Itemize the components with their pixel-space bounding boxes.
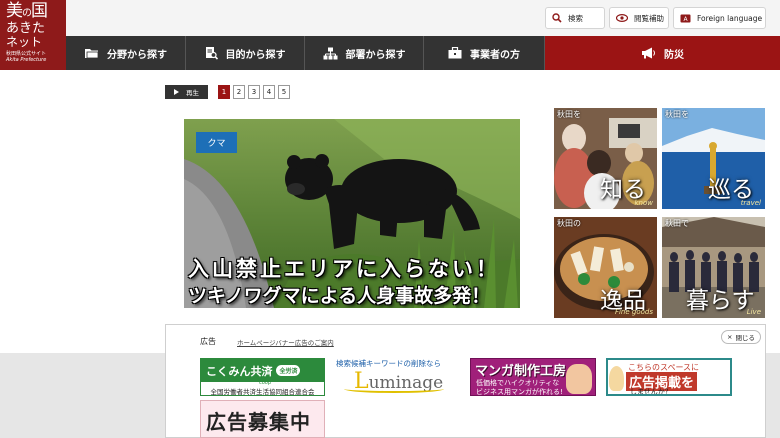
tile-label: 秋田で [665, 219, 689, 228]
org-chart-icon [323, 47, 338, 60]
slider-page-2[interactable]: 2 [233, 85, 245, 99]
banner-line3: しませんか？ [630, 388, 672, 396]
tile-travel[interactable]: 秋田を 巡る travel [662, 108, 765, 209]
logo-english: Akita Prefecture [6, 57, 47, 63]
nav-item-purpose[interactable]: 目的から探す [186, 36, 305, 70]
nav-label: 部署から探す [345, 49, 406, 61]
megaphone-icon [641, 47, 656, 59]
logo-line2: あきた [6, 21, 46, 36]
nav-item-disaster[interactable]: 防災 [545, 36, 780, 70]
slide-headline-2: ツキノワグマによる人身事故多発！ [188, 285, 491, 307]
search-document-icon [205, 46, 218, 60]
ad-banner-kokumin[interactable]: こくみん共済 全労済 coop 全国労働者共済生活協同組合連合会 [200, 358, 325, 396]
nav-label: 防災 [664, 49, 684, 61]
main-slide-banner[interactable]: クマ 入山禁止エリアに入らない！ ツキノワグマによる人身事故多発！ [184, 119, 520, 308]
banner-swoosh [344, 385, 444, 393]
tile-label: 秋田を [665, 110, 689, 119]
search-label: 検索 [568, 13, 583, 23]
folder-icon [84, 47, 99, 59]
slider-page-5[interactable]: 5 [278, 85, 290, 99]
foreign-language-button[interactable]: A Foreign language [673, 7, 766, 29]
banner-subtitle: 全国労働者共済生活協同組合連合会 [210, 388, 315, 396]
play-icon [174, 89, 179, 95]
banner-caption: 検索候補キーワードの削除なら [336, 359, 441, 368]
ad-info-link[interactable]: ホームページバナー広告のご案内 [237, 337, 334, 347]
search-icon [552, 13, 562, 23]
ad-title: 広告 [200, 337, 216, 346]
mascot-image [609, 366, 624, 391]
tile-title: 暮らす [686, 288, 755, 314]
ad-banner-recruiting[interactable]: 広告募集中 [200, 400, 325, 438]
ad-close-button[interactable]: × 閉じる [721, 330, 761, 344]
tile-live[interactable]: 秋田で 暮らす Live [662, 217, 765, 318]
foreign-language-label: Foreign language [697, 13, 763, 23]
tile-label: 秋田の [557, 219, 581, 228]
tile-subtitle: Fine goods [614, 308, 653, 316]
tile-goods[interactable]: 秋田の 逸品 Fine goods [554, 217, 657, 318]
tile-know[interactable]: 秋田を 知る know [554, 108, 657, 209]
tile-label: 秋田を [557, 110, 581, 119]
briefcase-icon [448, 47, 462, 59]
eye-icon [616, 14, 628, 22]
nav-label: 目的から探す [225, 49, 286, 61]
category-tag: クマ [196, 132, 237, 153]
slider-page-1[interactable]: 1 [218, 85, 230, 99]
play-label: 再生 [186, 89, 199, 97]
slide-headline-1: 入山禁止エリアに入らない！ [188, 257, 500, 281]
close-label: 閉じる [735, 334, 755, 342]
tile-subtitle: know [634, 199, 654, 207]
nav-item-field[interactable]: 分野から探す [66, 36, 186, 70]
slider-page-4[interactable]: 4 [263, 85, 275, 99]
main-nav: 分野から探す 目的から探す 部署から探す 事業者の方 防災 [66, 36, 780, 70]
banner-title: 広告募集中 [206, 410, 311, 434]
logo-line1: 美の国 [6, 1, 48, 21]
site-logo[interactable]: 美の国 あきた ネット 秋田県公式サイト Akita Prefecture [0, 0, 66, 70]
ad-banner-manga[interactable]: マンガ制作工房 低価格でハイクオリティな ビジネス用マンガが作れる! [470, 358, 596, 396]
ad-banner-advertise-here[interactable]: こちらのスペースに 広告掲載を しませんか？ [606, 358, 732, 396]
nav-label: 分野から探す [107, 49, 167, 61]
reading-aid-label: 閲覧補助 [634, 13, 664, 23]
reading-aid-button[interactable]: 閲覧補助 [609, 7, 669, 29]
slider-play-button[interactable]: 再生 [165, 85, 208, 99]
banner-line2: ビジネス用マンガが作れる! [476, 388, 563, 396]
nav-item-department[interactable]: 部署から探す [305, 36, 424, 70]
banner-pill: 全労済 [276, 365, 301, 376]
tile-subtitle: travel [740, 199, 761, 207]
ad-banner-luminage[interactable]: 検索候補キーワードの削除なら Luminage [334, 358, 460, 396]
search-button[interactable]: 検索 [545, 7, 605, 29]
logo-line3: ネット [6, 35, 43, 49]
nav-item-business[interactable]: 事業者の方 [424, 36, 545, 70]
banner-title: マンガ制作工房 [475, 364, 567, 379]
language-icon: A [680, 14, 691, 23]
manga-character-image [566, 364, 592, 394]
banner-title: こくみん共済 全労済 [201, 359, 324, 382]
slider-page-3[interactable]: 3 [248, 85, 260, 99]
close-icon: × [727, 333, 733, 341]
nav-label: 事業者の方 [470, 49, 520, 61]
tile-subtitle: Live [746, 308, 761, 316]
